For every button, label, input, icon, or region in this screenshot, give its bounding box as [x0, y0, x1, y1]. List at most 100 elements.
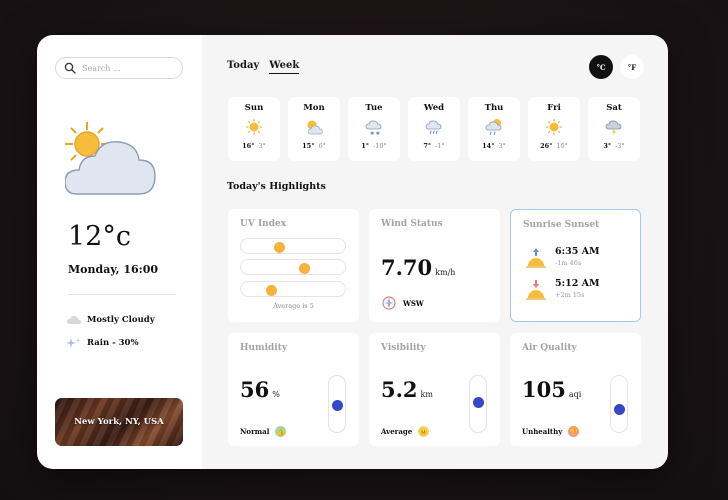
air-value: 105 [522, 377, 566, 402]
tab-today[interactable]: Today [227, 60, 259, 74]
humidity-unit: % [272, 390, 280, 399]
snow-cloud-icon: ✱ ✱ [365, 120, 382, 136]
period-tabs: Today Week [227, 60, 300, 74]
uv-marker [273, 242, 285, 253]
day-name: Sun [244, 103, 264, 113]
svg-text:✱ ✱: ✱ ✱ [370, 131, 380, 136]
humidity-status: Normal [240, 427, 270, 436]
sunrise-row: 6:35 AM -1m 46s [525, 246, 600, 270]
day-card[interactable]: Fri 26° 10° [528, 97, 580, 161]
sun-icon [546, 119, 562, 135]
tile-label: Humidity [240, 343, 288, 353]
visibility-unit: km [420, 390, 433, 399]
partly-cloudy-icon [307, 120, 323, 135]
wind-direction: WSW [403, 298, 424, 308]
air-status: Unhealthy [522, 427, 563, 436]
sunset-row: 5:12 AM +2m 15s [525, 278, 600, 302]
wind-status-tile: Wind Status 7.70 km/h WSW [369, 209, 500, 322]
day-high: 3° [603, 142, 612, 150]
condition-text: Mostly Cloudy [87, 315, 155, 325]
visibility-status: Average [381, 427, 413, 436]
day-high: 14° [482, 142, 495, 150]
day-card[interactable]: Sat 3° -3° [588, 97, 640, 161]
day-name: Thu [484, 103, 504, 113]
uv-marker [266, 285, 278, 296]
tile-label: UV Index [240, 219, 287, 229]
day-high: 15° [302, 142, 315, 150]
divider [68, 294, 176, 295]
sunset-delta: +2m 15s [555, 291, 585, 299]
current-datetime: Monday, 16:00 [68, 263, 159, 276]
partly-cloudy-icon [65, 122, 156, 195]
search-icon [64, 62, 76, 74]
day-name: Tue [365, 103, 383, 113]
air-level-knob [614, 404, 625, 416]
condition-row: Mostly Cloudy [67, 314, 155, 326]
air-status-row: Unhealthy 👎 [522, 426, 580, 437]
day-low: 3° [258, 142, 266, 150]
current-temperature: 12°c [68, 221, 131, 252]
humidity-level-slider [328, 375, 346, 433]
visibility-value: 5.2 [381, 377, 418, 402]
day-high: 7° [423, 142, 432, 150]
rain-text: Rain - 30% [87, 338, 139, 348]
celsius-button[interactable]: °C [589, 55, 613, 79]
forecast-panel: Today Week °C °F Sun 16° 3° Mon 15° 6° T… [202, 35, 668, 469]
location-card[interactable]: New York, NY, USA [55, 398, 183, 446]
tile-label: Visibility [381, 343, 426, 353]
sunset-icon [526, 280, 546, 300]
uv-index-tile: UV Index Average is 5 [228, 209, 359, 322]
humidity-tile: Humidity 56% Normal 👍 [228, 333, 359, 446]
day-card[interactable]: Tue ✱ ✱ 1° -10° [348, 97, 400, 161]
weather-app-card: 12°c Monday, 16:00 Mostly Cloudy Rain - … [37, 35, 668, 469]
day-name: Mon [303, 103, 325, 113]
thumbs-up-icon: 👍 [275, 426, 287, 437]
neutral-face-icon: 😐 [418, 426, 430, 437]
search-input[interactable] [82, 63, 172, 73]
current-weather-panel: 12°c Monday, 16:00 Mostly Cloudy Rain - … [37, 35, 202, 469]
visibility-tile: Visibility 5.2 km Average 😐 [369, 333, 500, 446]
air-unit: aqi [568, 390, 582, 399]
uv-caption: Average is 5 [273, 302, 314, 310]
sunrise-icon [526, 248, 546, 268]
day-name: Sat [606, 103, 622, 113]
day-card[interactable]: Mon 15° 6° [288, 97, 340, 161]
visibility-level-slider [469, 375, 487, 433]
sun-icon [246, 119, 262, 135]
day-card[interactable]: Sun 16° 3° [228, 97, 280, 161]
visibility-status-row: Average 😐 [381, 426, 430, 437]
thunder-cloud-icon [605, 120, 622, 136]
tile-label: Sunrise Sunset [523, 220, 600, 230]
sunrise-delta: -1m 46s [555, 259, 582, 267]
week-forecast: Sun 16° 3° Mon 15° 6° Tue ✱ ✱ 1° -10° We… [228, 97, 640, 161]
visibility-level-knob [473, 396, 484, 408]
wind-unit: km/h [435, 268, 456, 277]
sunrise-time: 6:35 AM [555, 246, 600, 257]
sun-rain-cloud-icon [485, 119, 502, 135]
wind-value: 7.70 [381, 255, 433, 280]
sunset-time: 5:12 AM [555, 278, 600, 289]
wind-direction-row: WSW [381, 295, 424, 311]
day-card[interactable]: Wed 7° -1° [408, 97, 460, 161]
day-low: -10° [373, 142, 387, 150]
day-name: Fri [547, 103, 561, 113]
air-level-slider [610, 375, 628, 433]
day-high: 26° [540, 142, 553, 150]
location-name: New York, NY, USA [74, 417, 164, 427]
uv-bar [240, 281, 346, 297]
rain-cloud-icon [425, 120, 442, 134]
air-value-row: 105 aqi [522, 377, 581, 402]
day-name: Wed [423, 103, 445, 113]
day-low: -3° [615, 142, 625, 150]
day-low: 3° [498, 142, 506, 150]
tab-week[interactable]: Week [269, 60, 300, 74]
rain-row: Rain - 30% [67, 337, 139, 349]
humidity-value-row: 56% [240, 377, 280, 402]
search-box[interactable] [55, 57, 183, 79]
fahrenheit-button[interactable]: °F [620, 55, 644, 79]
day-low: 6° [318, 142, 326, 150]
day-high: 16° [242, 142, 255, 150]
uv-bar [240, 238, 346, 254]
day-card[interactable]: Thu 14° 3° [468, 97, 520, 161]
sunrise-sunset-tile[interactable]: Sunrise Sunset 6:35 AM -1m 46s 5:12 AM +… [510, 209, 641, 322]
